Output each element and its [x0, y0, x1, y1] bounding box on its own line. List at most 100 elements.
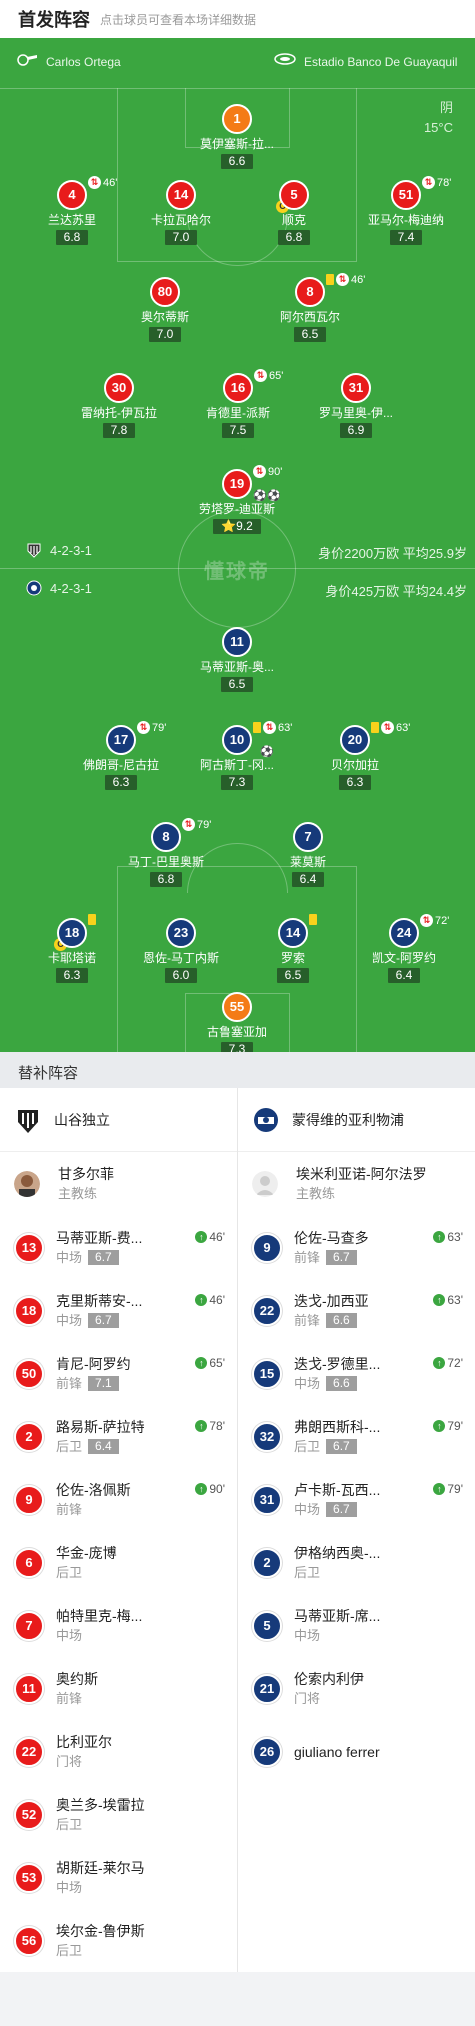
substitution-time: 46': [351, 273, 366, 286]
away-bench-player-9[interactable]: 9 伦佐-马查多 前锋 6.7 ↑ 63': [238, 1216, 475, 1279]
home-bench-player-13[interactable]: 13 马蒂亚斯-费... 中场 6.7 ↑ 46': [0, 1216, 237, 1279]
home-player-31[interactable]: 31 罗马里奥-伊... 6.9: [308, 373, 404, 439]
away-coach[interactable]: 埃米利亚诺-阿尔法罗 主教练: [238, 1152, 475, 1216]
bench-section: 山谷独立 甘多尔菲 主教练 13 马蒂亚斯-费... 中场 6.7 ↑ 46' 18 克里斯蒂…: [0, 1088, 475, 1972]
player-rating-value: 6.6: [228, 154, 246, 168]
jersey-number: 5: [252, 1610, 282, 1641]
home-player-16[interactable]: 16 ⇅ 65' 肯德里-派斯 7.5: [190, 369, 286, 439]
home-player-19[interactable]: 19 ⚽⚽ ⇅ 90' 劳塔罗-迪亚斯 ⭐9.2: [189, 465, 285, 535]
player-rating: 6.6: [326, 1376, 357, 1391]
away-bench-player-31[interactable]: 31 卢卡斯-瓦西... 中场 6.7 ↑ 79': [238, 1468, 475, 1531]
player-name: 马蒂亚斯-费...: [56, 1229, 143, 1246]
away-bench-team[interactable]: 蒙得维的亚利物浦: [238, 1088, 475, 1152]
jersey-number: 22: [14, 1736, 44, 1767]
home-bench-team[interactable]: 山谷独立: [0, 1088, 237, 1152]
away-player-20[interactable]: 20 ⇅ 63' 贝尔加拉 6.3: [307, 721, 410, 791]
substitution-out-icon: ⇅: [88, 176, 101, 189]
player-rating: 6.0: [164, 968, 198, 983]
jersey-number: 17: [106, 725, 136, 755]
away-player-11[interactable]: 11 马蒂亚斯-奥... 6.5: [189, 627, 285, 693]
home-player-4[interactable]: 4 ⇅ 46' 兰达苏里 6.8: [24, 176, 120, 246]
player-name: 马丁-巴里奥斯: [128, 855, 204, 869]
player-rating: 7.0: [148, 327, 182, 342]
home-bench-player-7[interactable]: 7 帕特里克-梅... 中场: [0, 1594, 237, 1657]
player-position-line: 中场 6.6: [294, 1375, 380, 1393]
substitution-out-icon: ⇅: [263, 721, 276, 734]
player-name: 莱莫斯: [289, 855, 326, 869]
player-rating-value: 6.4: [299, 872, 317, 886]
stadium-name: Estadio Banco De Guayaquil: [304, 55, 458, 69]
player-name: 贝尔加拉: [330, 758, 379, 772]
page-title: 首发阵容: [18, 10, 90, 30]
player-rating-value: 6.5: [228, 677, 246, 691]
home-bench-player-53[interactable]: 53 胡斯廷-莱尔马 中场: [0, 1846, 237, 1909]
jersey-number: 11: [222, 627, 252, 657]
home-player-80[interactable]: 80 奥尔蒂斯 7.0: [117, 277, 213, 343]
away-bench-player-22[interactable]: 22 迭戈-加西亚 前锋 6.6 ↑ 63': [238, 1279, 475, 1342]
home-player-8[interactable]: 8 ⇅ 46' 阿尔西瓦尔 6.5: [262, 273, 365, 343]
home-bench-player-9[interactable]: 9 伦佐-洛佩斯 前锋 ↑ 90': [0, 1468, 237, 1531]
away-bench-player-2[interactable]: 2 伊格纳西奥-... 后卫: [238, 1531, 475, 1594]
jersey-number: 26: [252, 1736, 282, 1767]
player-events: ⇅ 46': [326, 273, 365, 286]
home-bench-player-50[interactable]: 50 肯尼-阿罗约 前锋 7.1 ↑ 65': [0, 1342, 237, 1405]
away-player-23[interactable]: 23 恩佐-马丁内斯 6.0: [133, 918, 229, 984]
away-bench-player-15[interactable]: 15 迭戈-罗德里... 中场 6.6 ↑ 72': [238, 1342, 475, 1405]
player-position: 中场: [294, 1627, 321, 1643]
substitution-in-icon: ↑: [195, 1231, 208, 1243]
player-position: 中场: [56, 1249, 83, 1265]
home-bench-player-56[interactable]: 56 埃尔金-鲁伊斯 后卫: [0, 1909, 237, 1972]
player-rating: 6.7: [326, 1502, 357, 1517]
player-rating: 7.0: [164, 230, 198, 245]
player-rating: 6.7: [326, 1439, 357, 1454]
jersey-number: 22: [252, 1295, 282, 1326]
player-rating: 6.6: [220, 154, 254, 169]
home-bench-player-52[interactable]: 52 奥兰多-埃雷拉 后卫: [0, 1783, 237, 1846]
jersey-number: 55: [222, 992, 252, 1022]
player-position-line: 后卫: [56, 1564, 117, 1582]
home-bench-player-2[interactable]: 2 路易斯-萨拉特 后卫 6.4 ↑ 78': [0, 1405, 237, 1468]
player-position-line: 门将: [294, 1690, 364, 1708]
player-position: 后卫: [56, 1942, 83, 1958]
home-bench-player-6[interactable]: 6 华金-庞博 后卫: [0, 1531, 237, 1594]
substitution-in: ↑ 79': [433, 1419, 463, 1433]
away-player-8[interactable]: 8 ⇅ 79' 马丁-巴里奥斯 6.8: [118, 818, 214, 888]
player-position-line: 中场: [56, 1879, 145, 1897]
away-player-24[interactable]: 24 ⇅ 72' 凯文-阿罗约 6.4: [356, 914, 452, 984]
substitution-time: 79': [197, 818, 212, 831]
away-player-14[interactable]: 14 罗索 6.5: [245, 914, 341, 984]
home-player-51[interactable]: 51 ⇅ 78' 亚马尔-梅迪纳 7.4: [358, 176, 454, 246]
player-name: 亚马尔-梅迪纳: [368, 213, 444, 227]
player-name: 奥尔蒂斯: [140, 310, 189, 324]
home-player-30[interactable]: 30 雷纳托-伊瓦拉 7.8: [71, 373, 167, 439]
home-coach[interactable]: 甘多尔菲 主教练: [0, 1152, 237, 1216]
away-player-18[interactable]: C 18 卡耶塔诺 6.3: [24, 914, 120, 984]
away-bench-player-32[interactable]: 32 弗朗西斯科-... 后卫 6.7 ↑ 79': [238, 1405, 475, 1468]
away-bench-player-5[interactable]: 5 马蒂亚斯-席... 中场: [238, 1594, 475, 1657]
player-rating: 7.8: [102, 423, 136, 438]
yellow-card-icon: [253, 722, 261, 733]
home-bench-player-22[interactable]: 22 比利亚尔 门将: [0, 1720, 237, 1783]
player-name: 肯尼-阿罗约: [56, 1355, 131, 1372]
away-player-17[interactable]: 17 ⇅ 79' 佛朗哥-尼古拉 6.3: [73, 721, 169, 791]
away-player-7[interactable]: 7 莱莫斯 6.4: [260, 822, 356, 888]
home-player-1[interactable]: 1 莫伊塞斯-拉... 6.6: [189, 104, 285, 170]
away-bench-player-26[interactable]: 26 giuliano ferrer: [238, 1720, 475, 1783]
home-player-5[interactable]: C 5 顺克 6.8: [246, 180, 342, 246]
player-position-line: 后卫 6.7: [294, 1438, 380, 1456]
home-bench-player-11[interactable]: 11 奥约斯 前锋: [0, 1657, 237, 1720]
substitution-out-icon: ⇅: [182, 818, 195, 831]
away-player-55[interactable]: 55 古鲁塞亚加 7.3: [189, 992, 285, 1052]
player-rating: 6.5: [276, 968, 310, 983]
substitution-out-icon: ⇅: [253, 465, 266, 478]
home-bench: 山谷独立 甘多尔菲 主教练 13 马蒂亚斯-费... 中场 6.7 ↑ 46' 18 克里斯蒂…: [0, 1088, 237, 1972]
player-position-line: 后卫 6.4: [56, 1438, 145, 1456]
away-bench-player-21[interactable]: 21 伦索内利伊 门将: [238, 1657, 475, 1720]
home-player-14[interactable]: 14 卡拉瓦哈尔 7.0: [133, 180, 229, 246]
substitution-in-icon: ↑: [195, 1483, 208, 1495]
away-player-10[interactable]: 10 ⚽ ⇅ 63' 阿古斯丁-冈... 7.3: [189, 721, 292, 791]
stadium-icon: [274, 53, 296, 65]
player-rating-value: 7.5: [229, 423, 247, 437]
substitution-time: 65': [269, 369, 284, 382]
home-bench-player-18[interactable]: 18 克里斯蒂安-... 中场 6.7 ↑ 46': [0, 1279, 237, 1342]
